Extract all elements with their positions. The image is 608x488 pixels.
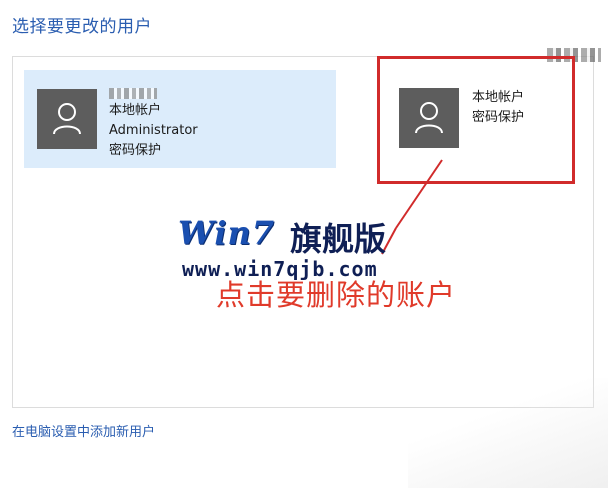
watermark-brand: Win7 xyxy=(178,214,276,252)
add-user-link[interactable]: 在电脑设置中添加新用户 xyxy=(12,421,155,440)
watermark-brand-cn: 旗舰版 xyxy=(290,220,387,258)
account-tile-administrator[interactable]: 本地帐户 Administrator 密码保护 xyxy=(24,70,336,168)
instruction-annotation: 点击要删除的账户 xyxy=(216,278,457,312)
account-status: 密码保护 xyxy=(109,143,162,158)
user-avatar-icon xyxy=(399,88,459,148)
account-type-label: 本地帐户 xyxy=(472,90,525,105)
account-status: 密码保护 xyxy=(472,110,525,125)
account-name-redacted xyxy=(547,48,601,62)
account-name: Administrator xyxy=(109,123,198,138)
account-tile-local[interactable]: 本地帐户 密码保护 xyxy=(386,48,601,172)
account-type-label: 本地帐户 xyxy=(109,103,162,118)
page-title: 选择要更改的用户 xyxy=(12,17,152,37)
account-name-redacted xyxy=(109,88,157,99)
user-avatar-icon xyxy=(37,89,97,149)
